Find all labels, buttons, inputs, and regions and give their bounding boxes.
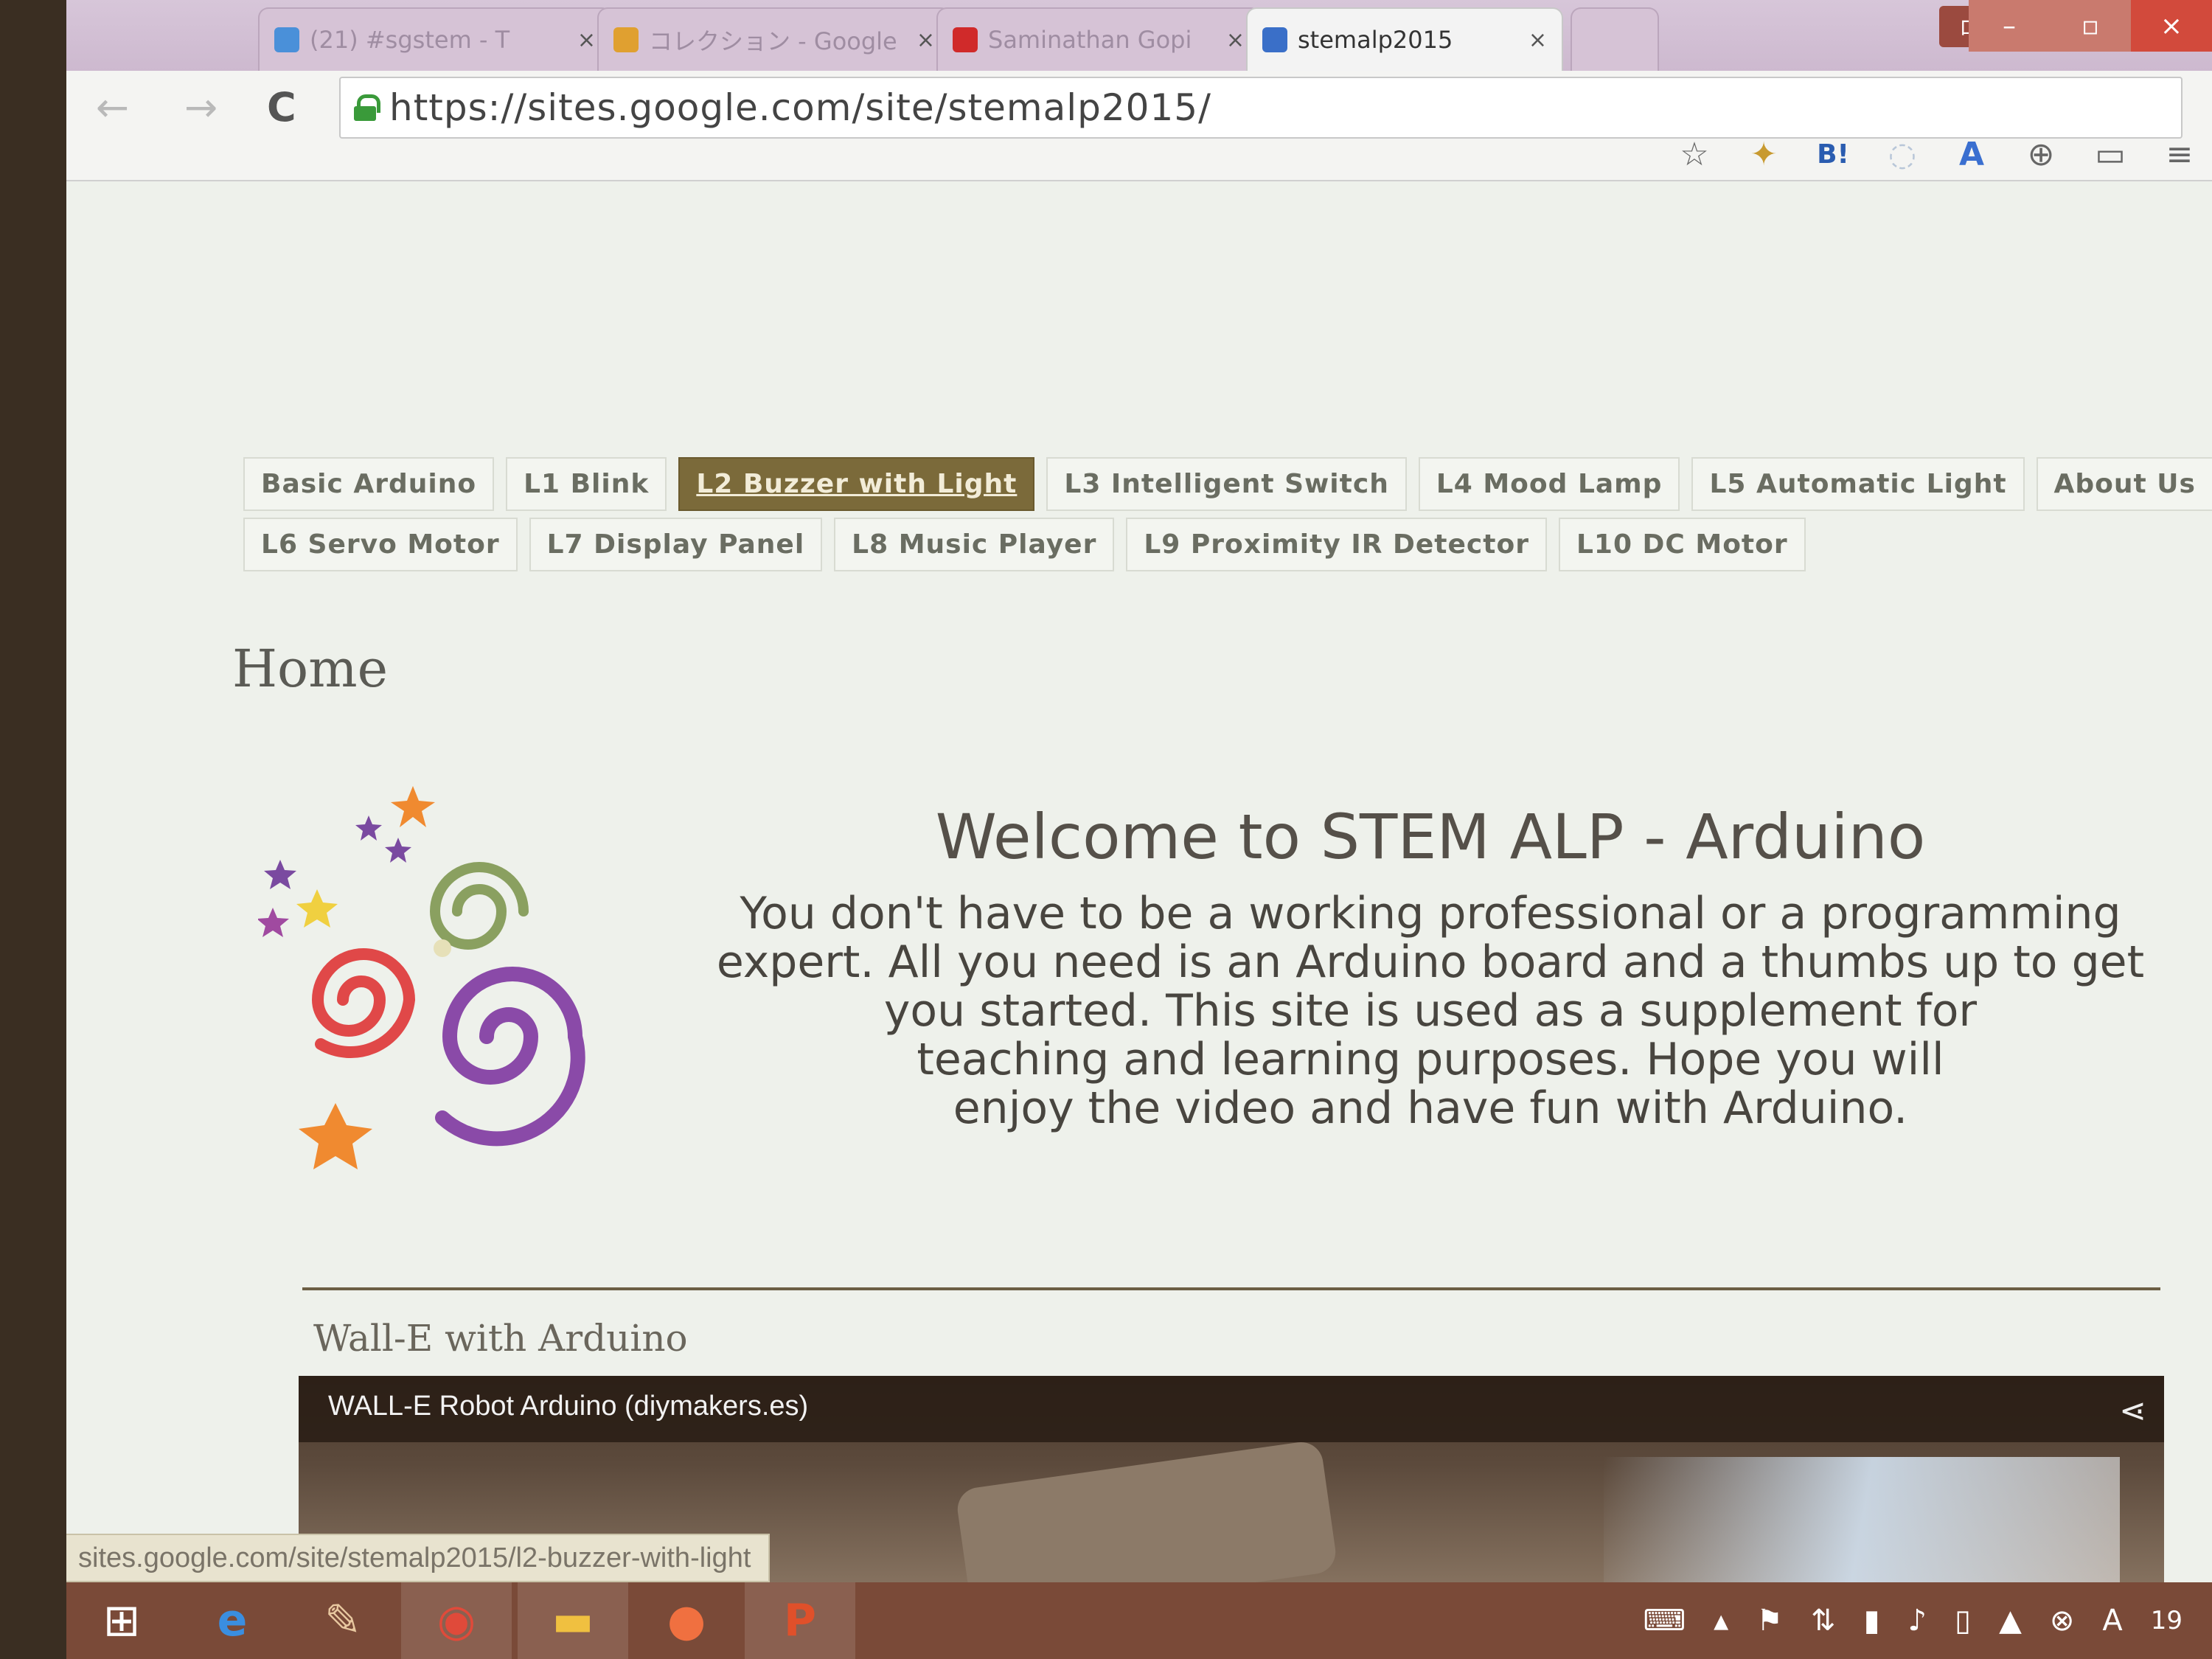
nav-l3-intelligent-switch[interactable]: L3 Intelligent Switch (1046, 457, 1407, 511)
welcome-line: you started. This site is used as a supp… (883, 985, 1978, 1037)
tab-label: Saminathan Gopi (988, 26, 1192, 54)
tab-youtube[interactable]: Saminathan Gopi × (936, 7, 1261, 71)
tab-stemalp2015[interactable]: stemalp2015 × (1246, 7, 1563, 71)
google-icon (613, 27, 639, 52)
nav-l1-blink[interactable]: L1 Blink (506, 457, 667, 511)
back-button[interactable]: ← (96, 84, 129, 131)
welcome-line: expert. All you need is an Arduino board… (716, 936, 2145, 988)
lock-icon (354, 94, 380, 121)
nav-l4-mood-lamp[interactable]: L4 Mood Lamp (1418, 457, 1680, 511)
sites-icon (1262, 27, 1287, 52)
system-tray: ⌨ ▴ ⚑ ⇅ ▮ ♪ ▯ ▲ ⊗ A 19 (1643, 1604, 2212, 1638)
star-icon[interactable]: ☆ (1677, 136, 1712, 173)
chevron-up-icon[interactable]: ▴ (1714, 1604, 1728, 1638)
file-explorer-icon[interactable]: ▬ (518, 1582, 628, 1659)
close-window-button[interactable]: × (2131, 0, 2212, 52)
welcome-line: You don't have to be a working professio… (740, 888, 2121, 939)
cast-icon[interactable]: ▭ (2093, 136, 2128, 173)
bookmark-icon[interactable]: B! (1815, 139, 1851, 170)
clock[interactable]: 19 (2151, 1606, 2183, 1635)
welcome-paragraph: You don't have to be a working professio… (686, 889, 2175, 1133)
site-page: Basic Arduino L1 Blink L2 Buzzer with Li… (66, 181, 2212, 1597)
site-nav-row-2: L6 Servo Motor L7 Display Panel L8 Music… (243, 518, 1806, 571)
extension-row: ☆ ✦ B! ◌ A ⊕ ▭ ≡ (1677, 136, 2197, 173)
sync-icon[interactable]: ⊗ (2050, 1604, 2075, 1638)
flag-icon[interactable]: ⚑ (1756, 1604, 1783, 1638)
swirl-stars-logo (258, 786, 585, 1169)
keyboard-icon[interactable]: ⌨ (1643, 1604, 1686, 1638)
windows-start-icon[interactable]: ⊞ (66, 1582, 177, 1659)
tab-google[interactable]: コレクション - Google × (597, 7, 951, 71)
nav-about-us[interactable]: About Us (2036, 457, 2212, 511)
url-text: https://sites.google.com/site/stemalp201… (389, 86, 1211, 129)
share-icon[interactable]: ⋖ (2119, 1392, 2146, 1430)
signal-icon[interactable]: ▮ (1864, 1604, 1880, 1638)
close-icon[interactable]: × (1226, 27, 1245, 53)
nav-l2-buzzer-with-light[interactable]: L2 Buzzer with Light (678, 457, 1035, 511)
translate-icon[interactable]: A (1954, 136, 1989, 173)
close-icon[interactable]: × (1528, 27, 1547, 53)
menu-icon[interactable]: ≡ (2162, 136, 2197, 173)
chrome-icon[interactable]: ◉ (401, 1582, 512, 1659)
minimize-button[interactable]: – (1969, 0, 2050, 52)
network-icon[interactable]: ⇅ (1811, 1604, 1836, 1638)
video-frame-robot (954, 1439, 1339, 1597)
status-url-bubble: sites.google.com/site/stemalp2015/l2-buz… (66, 1534, 771, 1582)
welcome-line: enjoy the video and have fun with Arduin… (953, 1082, 1908, 1134)
puzzle-icon[interactable]: ✦ (1746, 136, 1781, 173)
nav-l7-display-panel[interactable]: L7 Display Panel (529, 518, 823, 571)
drive-icon[interactable]: ▲ (1999, 1604, 2022, 1638)
tab-label: (21) #sgstem - T (310, 26, 510, 54)
window-controls: – ▫ × (1969, 0, 2212, 52)
tab-label: stemalp2015 (1298, 26, 1453, 54)
section-divider (302, 1287, 2160, 1290)
site-nav-row-1: Basic Arduino L1 Blink L2 Buzzer with Li… (243, 457, 2212, 511)
welcome-heading: Welcome to STEM ALP - Arduino (935, 801, 1926, 873)
video-frame-light (1604, 1457, 2120, 1590)
tab-twitter[interactable]: (21) #sgstem - T × (258, 7, 612, 71)
new-tab-button[interactable] (1571, 7, 1659, 71)
shield-icon[interactable]: ⊕ (2023, 136, 2059, 173)
forward-button[interactable]: → (184, 84, 218, 131)
paint-icon[interactable]: ✎ (288, 1582, 398, 1659)
video-title[interactable]: WALL-E Robot Arduino (diymakers.es) (328, 1391, 808, 1422)
restore-button[interactable]: ▫ (2050, 0, 2131, 52)
ime-icon[interactable]: A (2102, 1604, 2122, 1638)
youtube-icon (953, 27, 978, 52)
windows-taskbar: ⊞ e ✎ ◉ ▬ ● P ⌨ ▴ ⚑ ⇅ ▮ ♪ ▯ ▲ ⊗ A 19 (66, 1582, 2212, 1659)
nav-l5-automatic-light[interactable]: L5 Automatic Light (1691, 457, 2025, 511)
close-icon[interactable]: × (577, 27, 596, 53)
nav-l8-music-player[interactable]: L8 Music Player (834, 518, 1115, 571)
browser-toolbar: ← → C https://sites.google.com/site/stem… (66, 71, 2212, 181)
internet-explorer-icon[interactable]: e (177, 1582, 288, 1659)
nav-l10-dc-motor[interactable]: L10 DC Motor (1558, 518, 1806, 571)
welcome-line: teaching and learning purposes. Hope you… (917, 1034, 1944, 1085)
projected-screen: (21) #sgstem - T × コレクション - Google × Sam… (66, 0, 2212, 1659)
ghost-icon[interactable]: ◌ (1885, 136, 1920, 173)
browser-tab-strip: (21) #sgstem - T × コレクション - Google × Sam… (66, 0, 2212, 71)
battery-icon[interactable]: ▯ (1955, 1604, 1971, 1638)
tab-label: コレクション - Google (649, 27, 897, 55)
section-title: Wall-E with Arduino (313, 1317, 688, 1360)
twitter-icon (274, 27, 299, 52)
volume-icon[interactable]: ♪ (1908, 1604, 1927, 1638)
page-title: Home (232, 639, 388, 699)
reload-button[interactable]: C (267, 84, 296, 131)
nav-l9-proximity-ir-detector[interactable]: L9 Proximity IR Detector (1126, 518, 1547, 571)
powerpoint-icon[interactable]: P (745, 1582, 855, 1659)
nav-basic-arduino[interactable]: Basic Arduino (243, 457, 495, 511)
close-icon[interactable]: × (917, 27, 935, 53)
app-orange-icon[interactable]: ● (631, 1582, 742, 1659)
nav-l6-servo-motor[interactable]: L6 Servo Motor (243, 518, 518, 571)
address-bar[interactable]: https://sites.google.com/site/stemalp201… (339, 77, 2183, 139)
